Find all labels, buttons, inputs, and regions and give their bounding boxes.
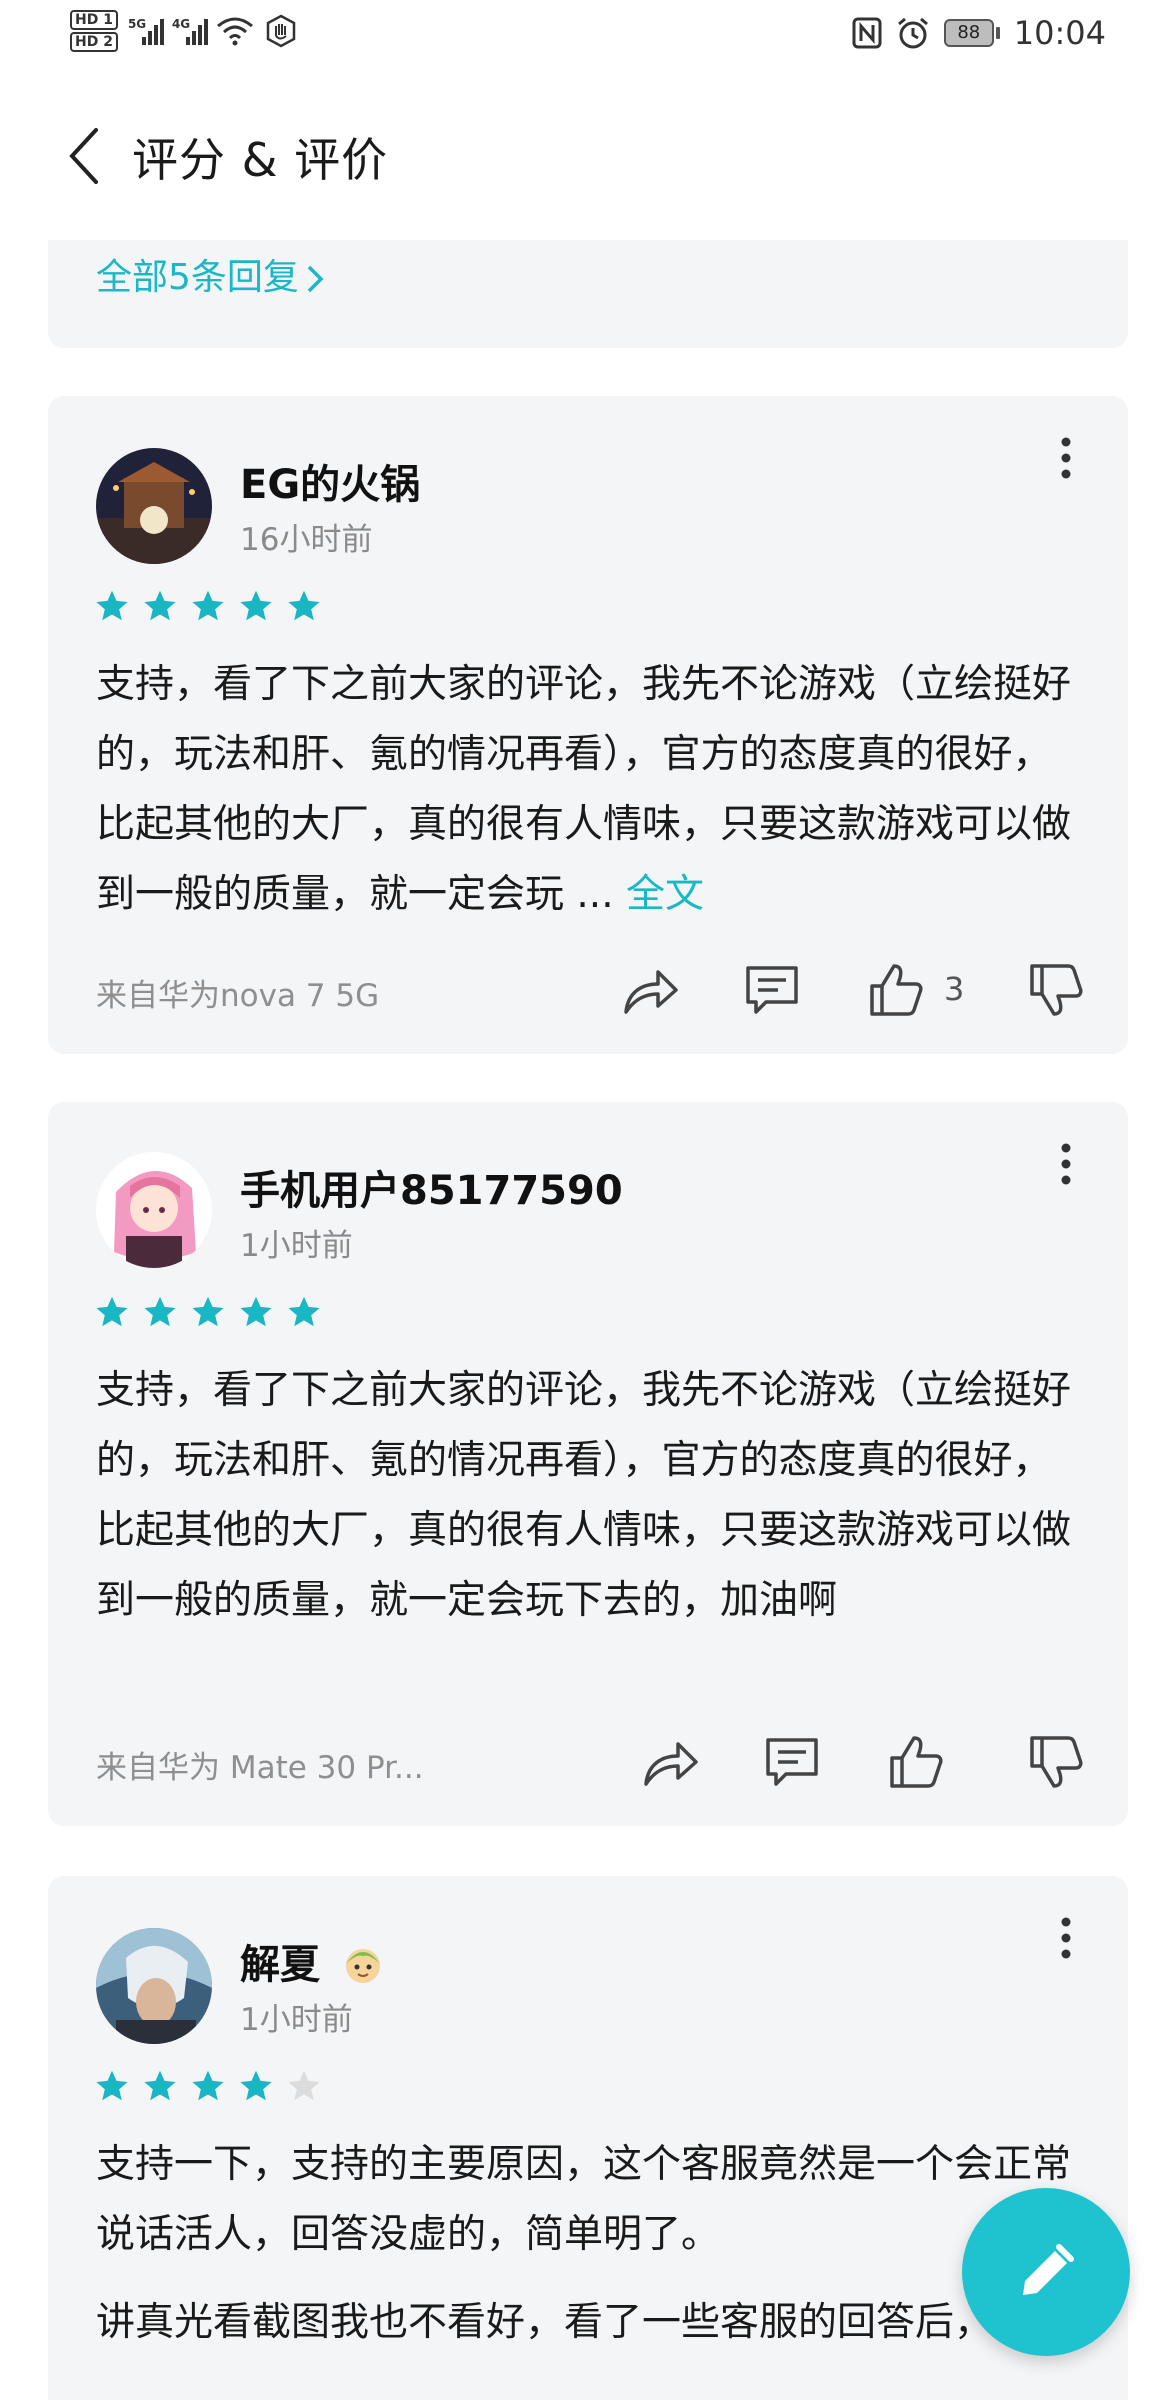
share-icon[interactable]: [640, 1732, 700, 1792]
emoji-badge-icon: [345, 1949, 380, 1983]
star-filled-icon: [288, 1296, 320, 1327]
device-label: 来自华为 Mate 30 Pr...: [96, 1750, 424, 1786]
star-filled-icon: [144, 2070, 176, 2101]
more-vertical-icon[interactable]: [1060, 1142, 1072, 1186]
review-text-paragraph-2: 讲真光看截图我也不看好，看了一些客服的回答后，试试: [96, 2300, 1072, 2345]
like-count: 3: [944, 970, 965, 1008]
comment-icon[interactable]: [742, 960, 802, 1020]
review-time: 16小时前: [240, 522, 373, 558]
previous-review-card: 全部5条回复: [48, 240, 1128, 348]
review-username: EG的火锅: [240, 462, 421, 508]
avatar[interactable]: [96, 1152, 212, 1268]
star-filled-icon: [240, 2070, 272, 2101]
battery-level: 88: [943, 19, 994, 47]
page-title: 评分 & 评价: [132, 133, 389, 187]
status-right: 88 10:04: [852, 14, 1106, 52]
thumb-down-icon[interactable]: [1026, 960, 1086, 1020]
hand-icon: [266, 14, 296, 48]
review-username: 手机用户85177590: [240, 1168, 623, 1214]
star-rating: [94, 588, 322, 624]
hd2-label: HD 2: [70, 32, 118, 52]
pencil-icon: [1023, 2244, 1074, 2295]
battery-icon: 88: [943, 19, 1000, 47]
chevron-right-icon: [307, 265, 324, 293]
hd1-label: HD 1: [70, 10, 118, 30]
avatar[interactable]: [96, 1928, 212, 2044]
write-review-button[interactable]: [962, 2188, 1130, 2356]
share-icon[interactable]: [620, 960, 680, 1020]
review-text: 支持，看了下之前大家的评论，我先不论游戏（立绘挺好的，玩法和肝、氪的情况再看），…: [96, 650, 1076, 930]
review-card: 手机用户85177590 1小时前 支持，看了下之前大家的评论，我先不论游戏（立…: [48, 1102, 1128, 1826]
review-time: 1小时前: [240, 2002, 353, 2038]
review-username-text: 解夏: [240, 1942, 320, 1988]
all-replies-link[interactable]: 全部5条回复: [96, 248, 325, 300]
thumb-up-icon[interactable]: [866, 960, 926, 1020]
full-text-link[interactable]: 全文: [626, 872, 704, 917]
comment-icon[interactable]: [762, 1732, 822, 1792]
signal-4g-icon: 4G: [171, 11, 208, 51]
star-filled-icon: [96, 2070, 128, 2101]
status-left: HD 1 HD 2 5G 4G: [70, 8, 298, 54]
thumb-down-icon[interactable]: [1026, 1732, 1086, 1792]
more-vertical-icon[interactable]: [1060, 436, 1072, 480]
signal-5g-icon: 5G: [127, 11, 164, 51]
thumb-up-icon[interactable]: [886, 1732, 946, 1792]
review-card: EG的火锅 16小时前 支持，看了下之前大家的评论，我先不论游戏（立绘挺好的，玩…: [48, 396, 1128, 1054]
clock: 10:04: [1013, 14, 1106, 52]
nfc-icon: [852, 17, 882, 49]
wifi-icon: [217, 17, 253, 46]
avatar[interactable]: [96, 448, 212, 564]
review-card: 解夏 1小时前 支持一下，支持的主要原因，这个客服竟然是一个会正常说话活人，回答…: [48, 1876, 1128, 2400]
star-filled-icon: [240, 1296, 272, 1327]
star-empty-icon: [288, 2070, 320, 2101]
more-vertical-icon[interactable]: [1060, 1916, 1072, 1960]
review-username: 解夏: [240, 1932, 386, 1990]
device-label: 来自华为nova 7 5G: [96, 978, 380, 1014]
star-filled-icon: [288, 590, 320, 621]
status-bar: HD 1 HD 2 5G 4G 88 10:04: [0, 0, 1176, 72]
star-filled-icon: [96, 1296, 128, 1327]
ellipsis: ...: [564, 872, 627, 917]
review-text: 支持一下，支持的主要原因，这个客服竟然是一个会正常说话活人，回答没虚的，简单明了…: [96, 2142, 1072, 2257]
star-filled-icon: [144, 590, 176, 621]
net2-label: 4G: [171, 17, 191, 31]
net1-label: 5G: [127, 17, 147, 31]
star-rating: [94, 2068, 322, 2104]
star-filled-icon: [96, 590, 128, 621]
back-chevron-left-icon[interactable]: [64, 126, 104, 186]
hd-indicator: HD 1 HD 2: [70, 8, 118, 54]
app-header: 评分 & 评价: [0, 110, 1176, 200]
star-filled-icon: [240, 590, 272, 621]
star-filled-icon: [192, 590, 224, 621]
star-filled-icon: [192, 1296, 224, 1327]
review-time: 1小时前: [240, 1228, 353, 1264]
review-text: 支持，看了下之前大家的评论，我先不论游戏（立绘挺好的，玩法和肝、氪的情况再看），…: [96, 1368, 1072, 1623]
star-filled-icon: [144, 1296, 176, 1327]
star-filled-icon: [192, 2070, 224, 2101]
alarm-icon: [897, 17, 928, 49]
all-replies-label: 全部5条回复: [96, 257, 299, 298]
star-rating: [94, 1294, 322, 1330]
